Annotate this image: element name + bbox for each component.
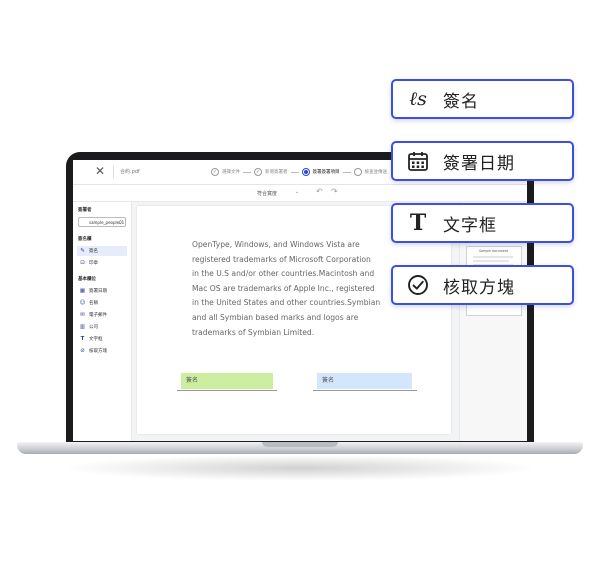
checkbox-icon	[405, 274, 431, 296]
signer-select[interactable]: sample_people01 ⌄	[78, 217, 126, 227]
person-icon: ☺	[79, 299, 86, 306]
step-progress: ✓ 選擇文件 ✓ 新增簽署者 簽署簽署項目 檢查並傳送	[211, 165, 387, 179]
laptop-shadow	[60, 455, 540, 481]
callout-label: 核取方塊	[443, 277, 515, 298]
sidebar-item-textbox[interactable]: T 文字框	[77, 334, 127, 344]
sidebar-item-label: 公司	[89, 325, 98, 330]
basic-section-title: 基本欄位	[78, 277, 96, 282]
document-line: in the U.S and/or other countries.Macint…	[192, 269, 375, 279]
check-icon: ✓	[254, 168, 262, 176]
zoom-select[interactable]: 符合寬度	[257, 190, 277, 197]
stamp-icon: ⊡	[80, 259, 85, 266]
checkbox-icon: ⊘	[80, 347, 85, 354]
sidebar-item-checkbox[interactable]: ⊘ 核取方塊	[77, 346, 127, 356]
document-line: trademarks of Symbian Limited.	[192, 327, 315, 337]
sidebar-item-email[interactable]: ✉ 電子郵件	[77, 310, 127, 320]
sidebar-item-label: 電子郵件	[89, 313, 107, 318]
sidebar-item-label: 印章	[89, 261, 98, 266]
signature-icon: ✎	[80, 247, 85, 254]
step-2: ✓ 新增簽署者	[254, 168, 288, 176]
step-connector	[290, 171, 299, 173]
signature-line	[313, 390, 417, 391]
step-4: 檢查並傳送	[353, 168, 388, 176]
sidebar-item-company[interactable]: ▥ 公司	[77, 322, 127, 332]
mail-icon: ✉	[80, 311, 85, 318]
document-line: in the United States and other countries…	[192, 298, 381, 308]
signature-line	[177, 390, 277, 391]
step-label: 檢查並傳送	[364, 170, 388, 175]
calendar-icon	[405, 150, 431, 172]
callout-text-box[interactable]: T 文字框	[391, 203, 574, 243]
thumbnail-title: Sample document	[479, 249, 509, 253]
calendar-icon: ▦	[79, 287, 86, 294]
signature-section-title: 簽名欄	[78, 237, 92, 242]
callout-label: 簽署日期	[443, 153, 515, 174]
thumbnail-text-line	[473, 256, 513, 258]
sidebar-item-signature[interactable]: ✎ 簽名	[77, 246, 127, 256]
callout-sign-date[interactable]: 簽署日期	[391, 141, 574, 181]
signature-field-signer2[interactable]: 簽名	[317, 373, 412, 389]
document-line: Mac OS are trademarks of Apple Inc., reg…	[192, 283, 375, 293]
chevron-down-icon: ⌄	[117, 220, 122, 226]
document-name: 合約.pdf	[120, 169, 140, 175]
document-line: registered trademarks of Microsoft Corpo…	[192, 254, 371, 264]
signer-section-title: 簽署者	[78, 208, 92, 213]
callout-label: 簽名	[443, 91, 479, 112]
signature-icon: ℓs	[409, 87, 427, 110]
undo-icon[interactable]: ↶	[316, 187, 323, 196]
redo-icon[interactable]: ↷	[331, 187, 338, 196]
laptop-notch	[262, 442, 338, 447]
text-icon: T	[80, 335, 85, 342]
sidebar-item-label: 核取方塊	[89, 349, 107, 354]
check-icon: ✓	[211, 168, 219, 176]
pending-step-icon	[353, 168, 362, 176]
step-label: 簽署簽署項目	[312, 170, 340, 175]
callout-signature[interactable]: ℓs 簽名	[391, 79, 574, 119]
step-label: 選擇文件	[222, 170, 240, 175]
sidebar-item-date[interactable]: ▦ 簽署日期	[77, 286, 127, 296]
sidebar-item-label: 簽署日期	[89, 289, 107, 294]
sidebar-item-label: 名稱	[89, 301, 98, 306]
signature-field-signer1[interactable]: 簽名	[181, 373, 273, 389]
callout-checkbox[interactable]: 核取方塊	[391, 265, 574, 305]
building-icon: ▥	[79, 323, 86, 330]
step-3: 簽署簽署項目	[301, 168, 340, 176]
step-connector	[342, 171, 351, 173]
field-sidebar: 簽署者 sample_people01 ⌄ 簽名欄 ✎ 簽名 ⊡ 印章 基本欄位…	[73, 202, 132, 441]
thumbnail-text-line	[473, 260, 509, 262]
sidebar-item-label: 文字框	[89, 337, 103, 342]
current-step-icon	[301, 168, 310, 176]
sidebar-item-stamp[interactable]: ⊡ 印章	[77, 258, 127, 268]
document-line: OpenType, Windows, and Windows Vista are	[192, 240, 360, 249]
step-connector	[243, 171, 251, 173]
close-icon[interactable]: ✕	[95, 164, 105, 178]
sidebar-item-name[interactable]: ☺ 名稱	[77, 298, 127, 308]
chevron-down-icon[interactable]: ⌄	[295, 189, 299, 195]
text-icon: T	[409, 210, 427, 236]
document-line: and all Symbian based marks and logos ar…	[192, 312, 359, 322]
callout-label: 文字框	[443, 215, 497, 236]
document-body: OpenType, Windows, and Windows Vista are…	[192, 238, 392, 340]
step-1: ✓ 選擇文件	[211, 168, 240, 176]
toolbar: 符合寬度 ⌄ ↶ ↷	[73, 185, 527, 202]
sidebar-item-label: 簽名	[89, 249, 98, 254]
step-label: 新增簽署者	[265, 170, 288, 175]
divider	[113, 166, 114, 178]
